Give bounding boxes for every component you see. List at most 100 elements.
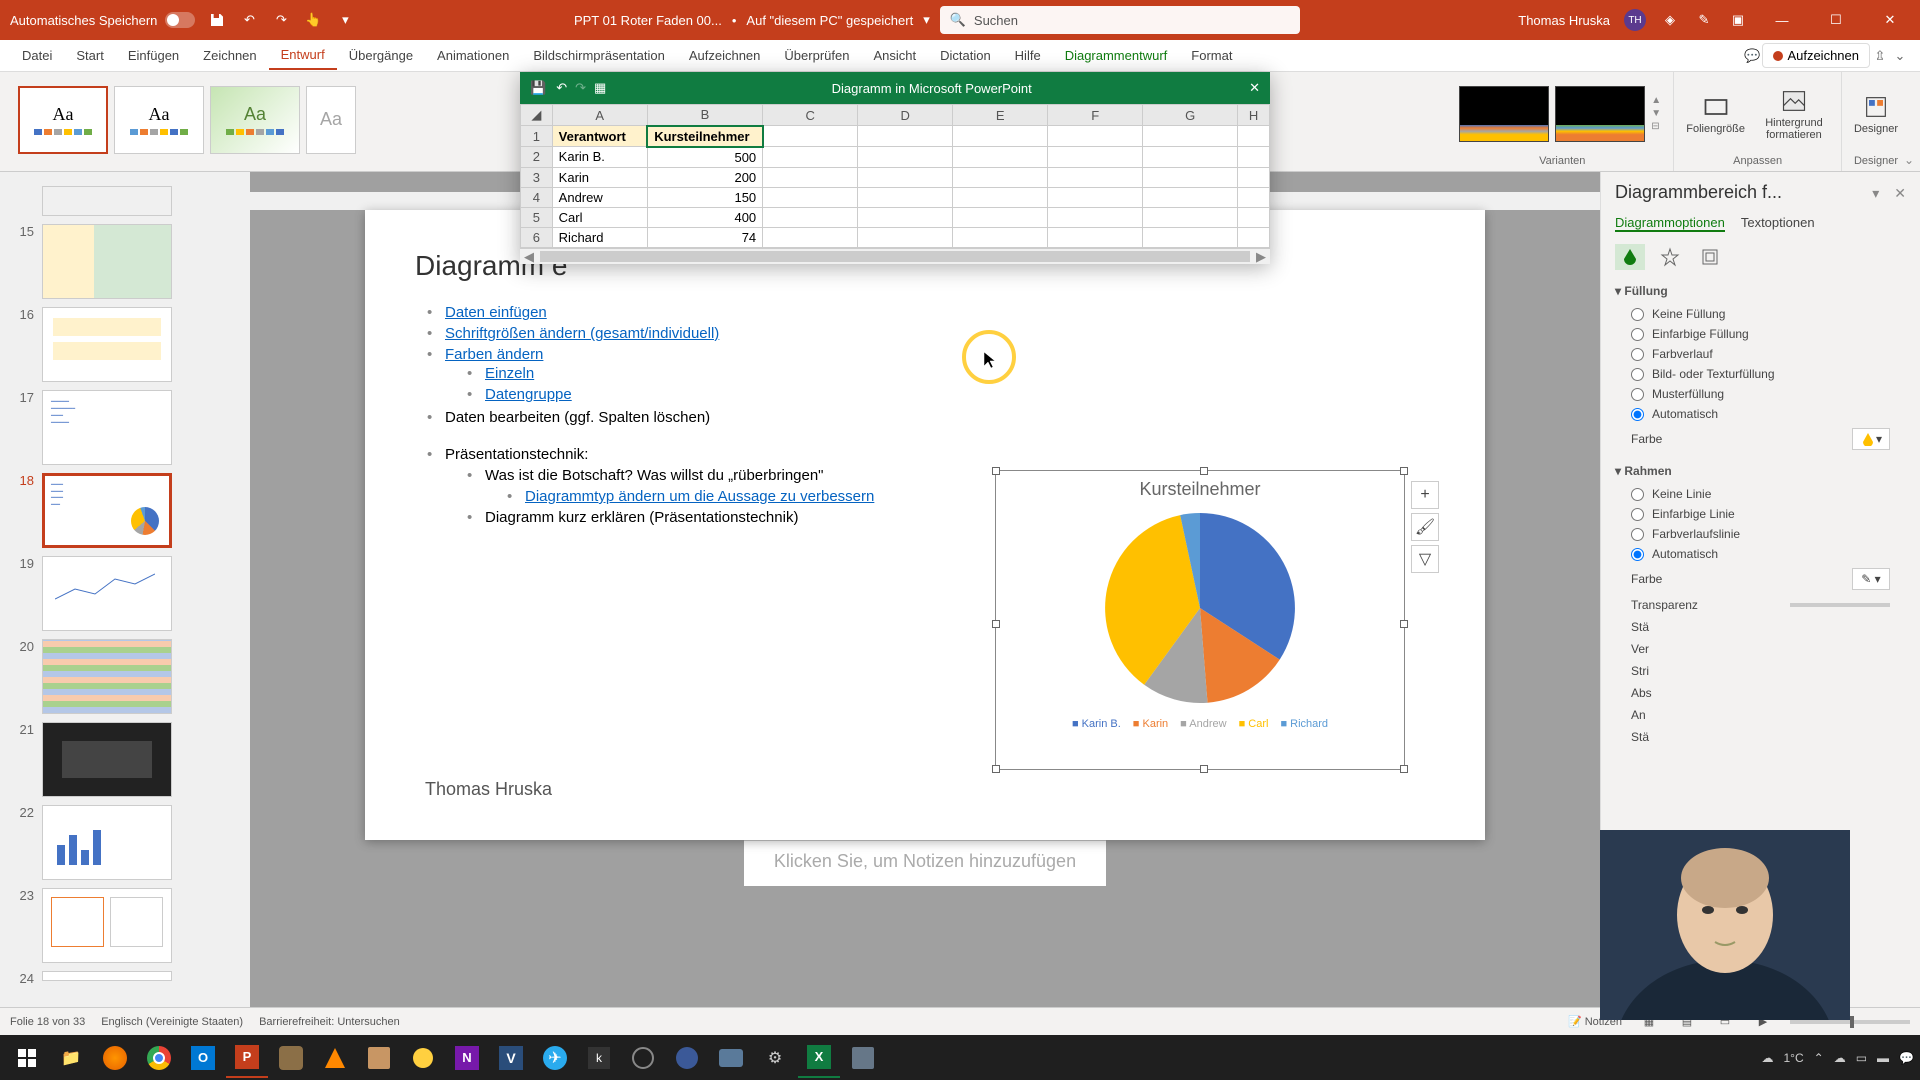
battery-icon[interactable]: ▭ xyxy=(1856,1051,1867,1065)
excel-h-scrollbar[interactable] xyxy=(540,251,1250,262)
tab-dictation[interactable]: Dictation xyxy=(928,42,1003,69)
radio-auto-fill[interactable] xyxy=(1631,408,1644,421)
col-header[interactable]: D xyxy=(858,105,953,126)
row-header[interactable]: 1 xyxy=(521,126,553,147)
chrome-icon[interactable] xyxy=(138,1038,180,1078)
col-header[interactable]: G xyxy=(1143,105,1238,126)
cell[interactable] xyxy=(858,126,953,147)
tray-expand-icon[interactable]: ⌃ xyxy=(1814,1051,1824,1065)
settings-icon[interactable]: ⚙ xyxy=(754,1038,796,1078)
col-header[interactable]: C xyxy=(763,105,858,126)
chart-add-element-button[interactable]: + xyxy=(1411,481,1439,509)
radio-no-fill[interactable] xyxy=(1631,308,1644,321)
tab-bildschirm[interactable]: Bildschirmpräsentation xyxy=(521,42,677,69)
tab-hilfe[interactable]: Hilfe xyxy=(1003,42,1053,69)
slide-canvas[interactable]: Diagramm e Daten einfügen Schriftgrößen … xyxy=(365,210,1485,840)
legend-item[interactable]: Karin xyxy=(1133,718,1168,730)
border-section-header[interactable]: ▾ Rahmen xyxy=(1615,464,1906,478)
slide-thumb-23[interactable] xyxy=(42,888,172,963)
diamond-icon[interactable]: ◈ xyxy=(1660,10,1680,30)
telegram-icon[interactable]: ✈ xyxy=(534,1038,576,1078)
toggle-switch[interactable] xyxy=(165,12,195,28)
slide-thumb-18[interactable]: ━━━━━━━━━━━━━━━ xyxy=(42,473,172,548)
app-icon[interactable] xyxy=(666,1038,708,1078)
format-tab-text-options[interactable]: Textoptionen xyxy=(1741,215,1815,232)
row-header[interactable]: 4 xyxy=(521,187,553,207)
col-header[interactable]: B xyxy=(647,105,762,126)
theme-variant-3[interactable]: Aa xyxy=(210,86,300,154)
variants-more-icon[interactable]: ⊟ xyxy=(1651,121,1665,132)
designer-button[interactable]: Designer xyxy=(1850,89,1902,139)
minimize-button[interactable]: — xyxy=(1762,5,1802,35)
format-pane-dropdown-icon[interactable]: ▾ xyxy=(1872,185,1879,201)
slide-thumb-15[interactable] xyxy=(42,224,172,299)
tab-zeichnen[interactable]: Zeichnen xyxy=(191,42,268,69)
col-header[interactable]: F xyxy=(1048,105,1143,126)
radio-no-line[interactable] xyxy=(1631,488,1644,501)
zoom-slider[interactable] xyxy=(1790,1020,1910,1024)
tab-entwurf[interactable]: Entwurf xyxy=(269,41,337,70)
share-icon[interactable]: ⇫ xyxy=(1870,46,1890,66)
tab-datei[interactable]: Datei xyxy=(10,42,64,69)
cell[interactable]: 74 xyxy=(647,227,762,247)
weather-icon[interactable]: ☁ xyxy=(1762,1051,1774,1065)
redo-icon[interactable]: ↷ xyxy=(271,10,291,30)
onedrive-icon[interactable]: ☁ xyxy=(1834,1051,1846,1065)
tab-format[interactable]: Format xyxy=(1179,42,1244,69)
radio-solid-fill[interactable] xyxy=(1631,328,1644,341)
fill-line-tab-icon[interactable] xyxy=(1615,244,1645,270)
row-header[interactable]: 5 xyxy=(521,207,553,227)
row-header[interactable]: 3 xyxy=(521,167,553,187)
app-icon[interactable]: V xyxy=(490,1038,532,1078)
slide-thumb-20[interactable] xyxy=(42,639,172,714)
cell[interactable] xyxy=(763,126,858,147)
undo-icon[interactable]: ↶ xyxy=(239,10,259,30)
cell[interactable] xyxy=(1048,126,1143,147)
transparency-slider[interactable] xyxy=(1790,603,1890,607)
cell[interactable]: 150 xyxy=(647,187,762,207)
slide-thumb-24[interactable] xyxy=(42,971,172,981)
tab-aufzeichnen[interactable]: Aufzeichnen xyxy=(677,42,773,69)
touch-mode-icon[interactable]: 👆 xyxy=(303,10,323,30)
legend-item[interactable]: Andrew xyxy=(1180,718,1226,730)
app-icon[interactable] xyxy=(842,1038,884,1078)
tab-start[interactable]: Start xyxy=(64,42,115,69)
save-icon[interactable] xyxy=(207,10,227,30)
excel-undo-icon[interactable]: ↶ xyxy=(556,80,567,96)
col-header[interactable]: E xyxy=(953,105,1048,126)
pie-chart[interactable] xyxy=(1100,508,1300,708)
cell[interactable] xyxy=(1143,126,1238,147)
pen-icon[interactable]: ✎ xyxy=(1694,10,1714,30)
temperature[interactable]: 1°C xyxy=(1784,1051,1804,1065)
fill-color-picker[interactable]: ▾ xyxy=(1852,428,1890,450)
theme-variant-1[interactable]: Aa xyxy=(18,86,108,154)
cell[interactable]: Karin xyxy=(552,167,647,187)
outlook-icon[interactable]: O xyxy=(182,1038,224,1078)
collapse-ribbon-icon[interactable]: ⌄ xyxy=(1890,46,1910,66)
app-icon[interactable]: k xyxy=(578,1038,620,1078)
cell[interactable]: Carl xyxy=(552,207,647,227)
ribbon-collapse-icon[interactable]: ⌄ xyxy=(1904,153,1914,167)
onenote-icon[interactable]: N xyxy=(446,1038,488,1078)
vlc-icon[interactable] xyxy=(314,1038,356,1078)
slide-counter[interactable]: Folie 18 von 33 xyxy=(10,1016,85,1028)
radio-solid-line[interactable] xyxy=(1631,508,1644,521)
title-dropdown-icon[interactable]: ▾ xyxy=(923,12,930,28)
firefox-icon[interactable] xyxy=(94,1038,136,1078)
slide-thumb-19[interactable] xyxy=(42,556,172,631)
cell[interactable]: Karin B. xyxy=(552,147,647,168)
slide-thumb-22[interactable] xyxy=(42,805,172,880)
powerpoint-icon[interactable]: P xyxy=(226,1038,268,1078)
tab-ueberpruefen[interactable]: Überprüfen xyxy=(772,42,861,69)
chart-styles-button[interactable]: 🖌 xyxy=(1411,513,1439,541)
row-header[interactable]: 6 xyxy=(521,227,553,247)
comments-icon[interactable]: 💬 xyxy=(1742,46,1762,66)
cell[interactable] xyxy=(953,126,1048,147)
tab-uebergaenge[interactable]: Übergänge xyxy=(337,42,425,69)
slide-thumb[interactable] xyxy=(42,186,172,216)
row-header[interactable]: 2 xyxy=(521,147,553,168)
close-button[interactable]: ✕ xyxy=(1870,5,1910,35)
variants-down-icon[interactable]: ▼ xyxy=(1651,108,1665,119)
chart-title[interactable]: Kursteilnehmer xyxy=(996,471,1404,508)
color-variant-1[interactable] xyxy=(1459,86,1549,142)
